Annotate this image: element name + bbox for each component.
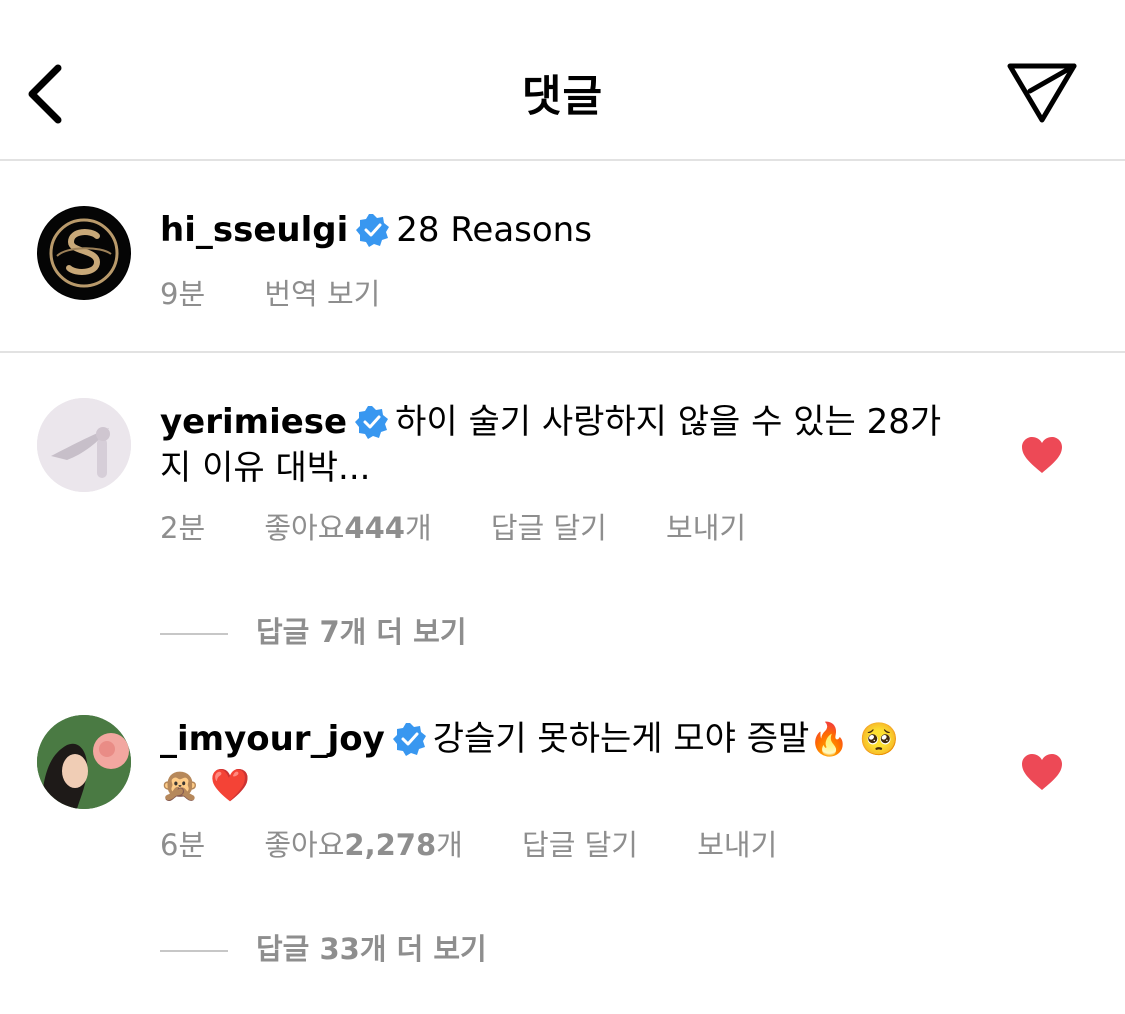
comment-text: _imyour_joy 강슬기 못하는게 모야 증말🔥 🥺 🙊 ❤️ [160,716,950,808]
caption-username[interactable]: hi_sseulgi [160,210,348,250]
likes-label: 좋아요 [264,511,345,545]
fire-pleading-emoji: 🔥 🥺 [809,720,900,758]
heart-filled-icon [1022,754,1062,790]
logo-s-icon [38,207,130,299]
likes-count[interactable]: 좋아요 444개 [264,505,431,547]
comment-username[interactable]: yerimiese [160,402,347,442]
verified-badge-icon [356,214,390,247]
send-comment-button[interactable]: 보내기 [666,505,746,547]
like-button[interactable] [1020,435,1064,475]
comment-item: _imyour_joy 강슬기 못하는게 모야 증말🔥 🥺 🙊 ❤️ 6분 좋아… [0,670,1125,990]
caption-body: 28 Reasons [396,210,592,250]
replies-divider-line [160,950,228,952]
comment-username[interactable]: _imyour_joy [160,719,385,759]
comment-meta: 2분 좋아요 444개 답글 달기 보내기 [160,505,796,547]
comment-time: 6분 [160,828,206,862]
view-replies-button[interactable]: 답글 33개 더 보기 [160,926,487,968]
caption-text: hi_sseulgi 28 Reasons [160,207,950,253]
replies-divider-line [160,633,228,635]
view-replies-button[interactable]: 답글 7개 더 보기 [160,609,467,651]
likes-number: 2,278 [344,828,437,862]
reply-button[interactable]: 답글 달기 [491,505,607,547]
send-comment-button[interactable]: 보내기 [697,822,777,864]
view-replies-label: 답글 7개 더 보기 [256,615,467,649]
comment-item: yerimiese 하이 술기 사랑하지 않을 수 있는 28가 지 이유 대박… [0,353,1125,663]
likes-count[interactable]: 좋아요 2,278개 [264,822,462,864]
comment-meta: 6분 좋아요 2,278개 답글 달기 보내기 [160,822,827,864]
comment-body-line1: 강슬기 못하는게 모야 증말 [432,719,810,759]
view-replies-label: 답글 33개 더 보기 [256,932,487,966]
comment-body-line1: 하이 술기 사랑하지 않을 수 있는 28가 [395,402,942,442]
avatar[interactable] [37,398,131,492]
share-button[interactable] [1000,56,1084,128]
verified-badge-icon [392,723,426,756]
comment-text: yerimiese 하이 술기 사랑하지 않을 수 있는 28가 지 이유 대박… [160,399,950,491]
like-button[interactable] [1020,752,1064,792]
heart-filled-icon [1022,437,1062,473]
reply-button[interactable]: 답글 달기 [522,822,638,864]
likes-label: 좋아요 [264,828,345,862]
caption-meta: 9분 번역 보기 [160,271,430,313]
avatar-image [37,715,131,809]
comment-time: 2분 [160,511,206,545]
verified-badge-icon [355,406,389,439]
see-translation-button[interactable]: 번역 보기 [264,271,380,313]
avatar-image [37,398,131,492]
likes-unit: 개 [404,511,432,545]
likes-unit: 개 [436,828,463,862]
comments-screen: 댓글 hi_sseulgi 28 Reasons 9분 번역 보기 yerimi… [0,0,1125,1014]
avatar[interactable] [37,715,131,809]
likes-number: 444 [344,511,405,545]
header: 댓글 [0,0,1125,161]
caption: hi_sseulgi 28 Reasons 9분 번역 보기 [0,161,1125,351]
avatar[interactable] [37,206,131,300]
paper-plane-icon [1007,63,1077,123]
page-title: 댓글 [521,72,604,122]
monkey-heart-emoji: 🙊 ❤️ [160,766,250,804]
comment-body-line2: 지 이유 대박... [160,448,371,488]
caption-time: 9분 [160,277,206,311]
